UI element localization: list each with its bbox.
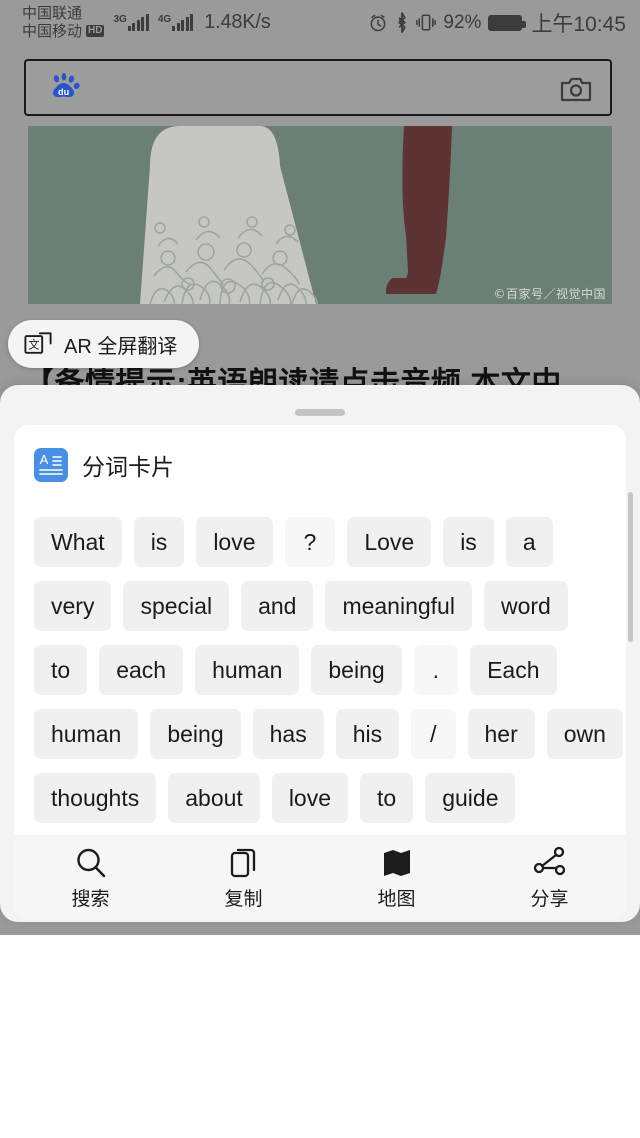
word-chip[interactable]: human xyxy=(34,709,139,759)
translate-icon: 文 xyxy=(24,332,52,354)
word-chip[interactable]: being xyxy=(311,645,402,695)
svg-text:文: 文 xyxy=(28,338,39,352)
hd-badge: HD xyxy=(86,25,105,38)
svg-text:A: A xyxy=(40,452,49,467)
word-chip-row: thoughts about love to guide xyxy=(34,773,604,823)
word-card-title: 分词卡片 xyxy=(82,454,174,480)
share-icon xyxy=(533,846,565,875)
word-chip[interactable]: to xyxy=(34,645,88,695)
action-copy-label: 复制 xyxy=(224,888,263,910)
word-chip[interactable]: / xyxy=(411,709,456,759)
bluetooth-icon xyxy=(398,12,407,33)
word-chip-row: What is love? Love is a xyxy=(34,517,604,567)
action-share[interactable]: 分享 xyxy=(473,836,626,920)
network-type-1-label: 3G xyxy=(113,14,127,25)
word-chip-row: human being has his / her own xyxy=(34,709,623,759)
map-icon xyxy=(383,849,410,876)
status-bar-right-group: 92% 上午10:45 xyxy=(368,0,626,45)
word-chip[interactable]: each xyxy=(99,645,184,695)
word-chip[interactable]: . xyxy=(413,645,459,695)
alarm-icon xyxy=(370,14,386,31)
word-chip[interactable]: her xyxy=(467,709,535,759)
action-map[interactable]: 地图 xyxy=(320,836,473,920)
signal-bars-icon-2 xyxy=(172,14,194,31)
word-card-panel: A 分词卡片 What is love? Love is a very special and m… xyxy=(14,425,626,835)
search-icon xyxy=(76,848,105,877)
word-chip[interactable]: being xyxy=(150,709,241,759)
phone-screen: 中国联通 中国移动 HD 3G 4G 1.48K/s 92% 上午10:45 d… xyxy=(0,0,640,1138)
clock-label: 上午10:45 xyxy=(531,12,626,36)
word-chip-row: to each human being. Each xyxy=(34,645,604,695)
word-chip[interactable]: What xyxy=(34,517,122,567)
word-chip[interactable]: is xyxy=(443,517,494,567)
svg-text:du: du xyxy=(58,87,69,97)
sheet-action-bar: 搜索 复制 地图 分享 xyxy=(14,836,626,920)
image-watermark: ©百家号／视觉中国 xyxy=(493,286,606,301)
word-card-header: A 分词卡片 xyxy=(14,425,626,487)
word-chip[interactable]: and xyxy=(241,581,314,631)
carrier-labels: 中国联通 中国移动 HD xyxy=(22,5,105,40)
ar-fullscreen-translate-button[interactable]: 文 AR 全屏翻译 xyxy=(8,320,200,368)
carrier-primary-label: 中国联通 xyxy=(22,5,83,23)
word-chip[interactable]: Each xyxy=(470,645,557,695)
signal-4g: 4G xyxy=(157,14,194,31)
sheet-drag-handle[interactable] xyxy=(295,409,345,416)
word-chip[interactable]: very xyxy=(34,581,112,631)
action-search-label: 搜索 xyxy=(71,888,110,910)
word-chip[interactable]: meaningful xyxy=(325,581,472,631)
battery-icon xyxy=(488,14,527,31)
carrier-secondary-label: 中国移动 xyxy=(22,22,83,40)
camera-icon[interactable] xyxy=(560,74,592,104)
word-chip[interactable]: special xyxy=(123,581,230,631)
word-chip[interactable]: his xyxy=(335,709,400,759)
ar-chip-label: AR 全屏翻译 xyxy=(64,335,178,358)
status-bar: 中国联通 中国移动 HD 3G 4G 1.48K/s 92% 上午10:45 xyxy=(0,0,640,45)
copy-icon xyxy=(230,848,255,877)
word-chip[interactable]: ? xyxy=(284,517,336,567)
word-chip[interactable]: a xyxy=(505,517,553,567)
word-card-icon: A xyxy=(34,448,68,482)
word-chip[interactable]: is xyxy=(133,517,185,567)
word-chip[interactable]: thoughts xyxy=(34,773,157,823)
article-image[interactable]: ©百家号／视觉中国 xyxy=(28,126,612,304)
word-chip[interactable]: has xyxy=(252,709,324,759)
word-chips-area[interactable]: What is love? Love is a very special and meaningf… xyxy=(14,487,626,835)
action-copy[interactable]: 复制 xyxy=(167,836,320,920)
search-bar[interactable]: du xyxy=(24,59,612,116)
word-chip[interactable]: to xyxy=(360,773,414,823)
battery-percent-label: 92% xyxy=(443,11,482,33)
word-chip-row: very special and meaningful word xyxy=(34,581,604,631)
word-chips-scrollbar[interactable] xyxy=(628,492,633,642)
word-chip[interactable]: guide xyxy=(425,773,516,823)
network-speed-label: 1.48K/s xyxy=(204,11,271,33)
signal-3g: 3G xyxy=(113,14,149,31)
action-search[interactable]: 搜索 xyxy=(14,836,167,920)
word-chip[interactable]: human xyxy=(195,645,300,695)
action-share-label: 分享 xyxy=(530,888,569,910)
word-chip[interactable]: word xyxy=(483,581,568,631)
word-chip[interactable]: own xyxy=(546,709,623,759)
signal-bars-icon xyxy=(127,14,149,31)
vibrate-icon xyxy=(416,14,437,31)
word-chip[interactable]: Love xyxy=(347,517,432,567)
word-chip[interactable]: love xyxy=(271,773,349,823)
illustration: ©百家号／视觉中国 xyxy=(28,126,612,304)
action-map-label: 地图 xyxy=(377,888,416,910)
network-type-2-label: 4G xyxy=(157,14,172,25)
baidu-paw-logo: du xyxy=(52,72,80,97)
word-chip[interactable]: about xyxy=(168,773,260,823)
word-chip[interactable]: love xyxy=(196,517,273,567)
